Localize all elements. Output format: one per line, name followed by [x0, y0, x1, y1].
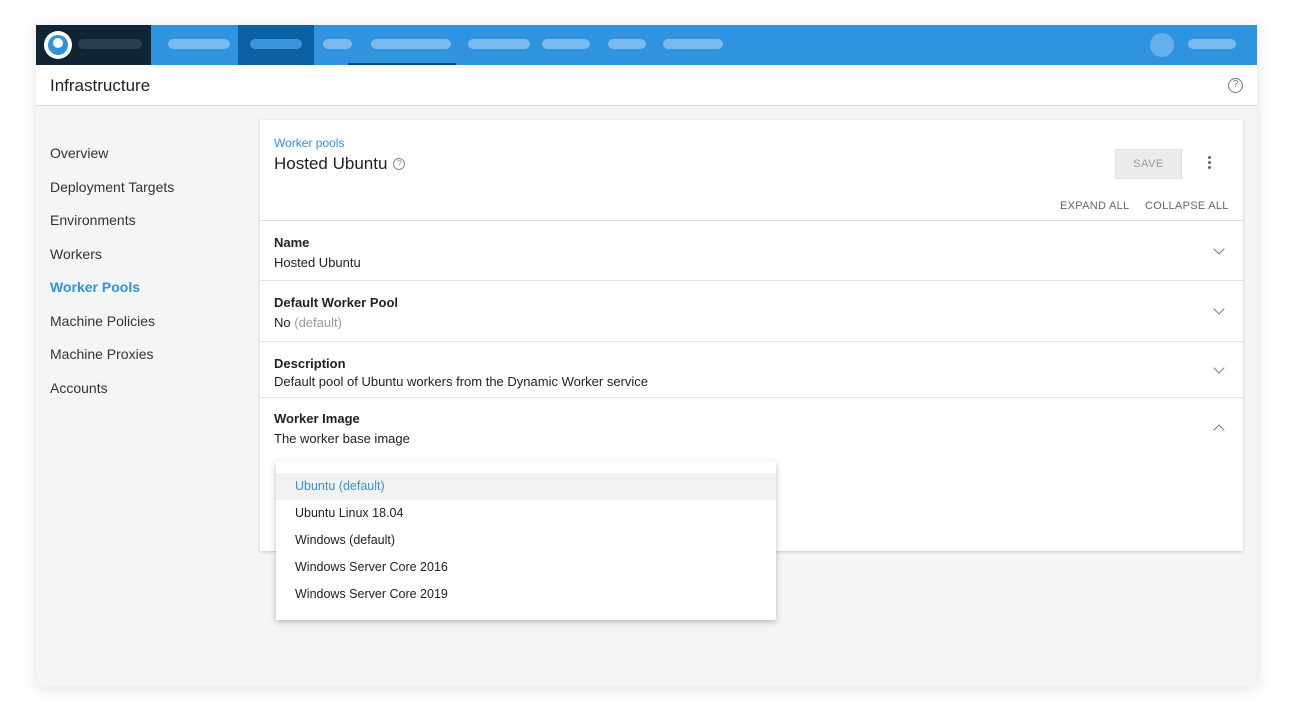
dropdown-option-ubuntu-linux-1804[interactable]: Ubuntu Linux 18.04	[276, 500, 776, 527]
sidebar-item-worker-pools[interactable]: Worker Pools	[50, 277, 250, 311]
card-title-text: Hosted Ubuntu	[274, 154, 388, 173]
section-title: Name	[274, 235, 310, 250]
sidebar-item-machine-policies[interactable]: Machine Policies	[50, 311, 250, 345]
user-avatar[interactable]	[1150, 33, 1174, 57]
user-name-placeholder[interactable]	[1188, 39, 1236, 49]
card-title: Hosted Ubuntu?	[274, 154, 406, 174]
nav-item-active-placeholder	[250, 39, 302, 49]
section-default-worker-pool[interactable]: Default Worker Pool No (default)	[260, 280, 1243, 341]
sidebar: Overview Deployment Targets Environments…	[50, 143, 250, 411]
default-pool-value: No	[274, 315, 291, 330]
sidebar-item-deployment-targets[interactable]: Deployment Targets	[50, 177, 250, 211]
nav-item-placeholder-6[interactable]	[542, 39, 590, 49]
top-navigation-bar	[36, 25, 1257, 65]
nav-item-placeholder-8[interactable]	[663, 39, 723, 49]
chevron-down-icon[interactable]	[1213, 362, 1225, 374]
dropdown-option-ubuntu-default[interactable]: Ubuntu (default)	[276, 473, 776, 500]
breadcrumb-worker-pools[interactable]: Worker pools	[274, 136, 344, 150]
section-title: Default Worker Pool	[274, 295, 399, 310]
chevron-up-icon[interactable]	[1213, 424, 1225, 436]
page-title: Infrastructure	[50, 76, 151, 95]
chevron-down-icon[interactable]	[1213, 243, 1225, 255]
sidebar-item-workers[interactable]: Workers	[50, 244, 250, 278]
section-value: The worker base image	[274, 431, 410, 446]
sidebar-item-machine-proxies[interactable]: Machine Proxies	[50, 344, 250, 378]
sidebar-item-accounts[interactable]: Accounts	[50, 378, 250, 412]
section-title: Description	[274, 356, 346, 371]
section-value: No (default)	[274, 315, 342, 330]
dropdown-option-windows-default[interactable]: Windows (default)	[276, 527, 776, 554]
nav-item-placeholder-4[interactable]	[371, 39, 451, 49]
sidebar-item-environments[interactable]: Environments	[50, 210, 250, 244]
section-description[interactable]: Description Default pool of Ubuntu worke…	[260, 341, 1243, 397]
default-pool-suffix: (default)	[294, 315, 342, 330]
space-name-placeholder[interactable]	[78, 39, 142, 49]
dropdown-option-windows-server-core-2019[interactable]: Windows Server Core 2019	[276, 581, 776, 608]
nav-item-placeholder-7[interactable]	[608, 39, 646, 49]
worker-image-dropdown: Ubuntu (default) Ubuntu Linux 18.04 Wind…	[276, 461, 776, 620]
question-circle-icon[interactable]: ?	[1228, 78, 1243, 93]
chevron-down-icon[interactable]	[1213, 303, 1225, 315]
more-vertical-icon[interactable]	[1205, 156, 1213, 172]
section-value: Hosted Ubuntu	[274, 255, 361, 270]
expand-all-button[interactable]: EXPAND ALL	[1060, 200, 1129, 212]
dropdown-option-windows-server-core-2016[interactable]: Windows Server Core 2016	[276, 554, 776, 581]
nav-item-placeholder-1[interactable]	[168, 39, 230, 49]
question-circle-icon[interactable]: ?	[393, 158, 406, 170]
logo-area[interactable]	[36, 25, 151, 65]
nav-item-placeholder-3[interactable]	[323, 39, 352, 49]
section-value: Default pool of Ubuntu workers from the …	[274, 374, 649, 389]
save-button[interactable]: SAVE	[1115, 149, 1182, 179]
page-header: Infrastructure ?	[36, 65, 1257, 106]
nav-item-active[interactable]	[238, 25, 314, 65]
section-name[interactable]: Name Hosted Ubuntu	[260, 220, 1243, 280]
sidebar-item-overview[interactable]: Overview	[50, 143, 250, 177]
collapse-all-button[interactable]: COLLAPSE ALL	[1145, 200, 1229, 212]
octopus-logo-icon[interactable]	[44, 31, 72, 59]
app-window: Infrastructure ? Overview Deployment Tar…	[36, 25, 1257, 686]
section-title: Worker Image	[274, 411, 360, 426]
nav-item-placeholder-5[interactable]	[468, 39, 530, 49]
